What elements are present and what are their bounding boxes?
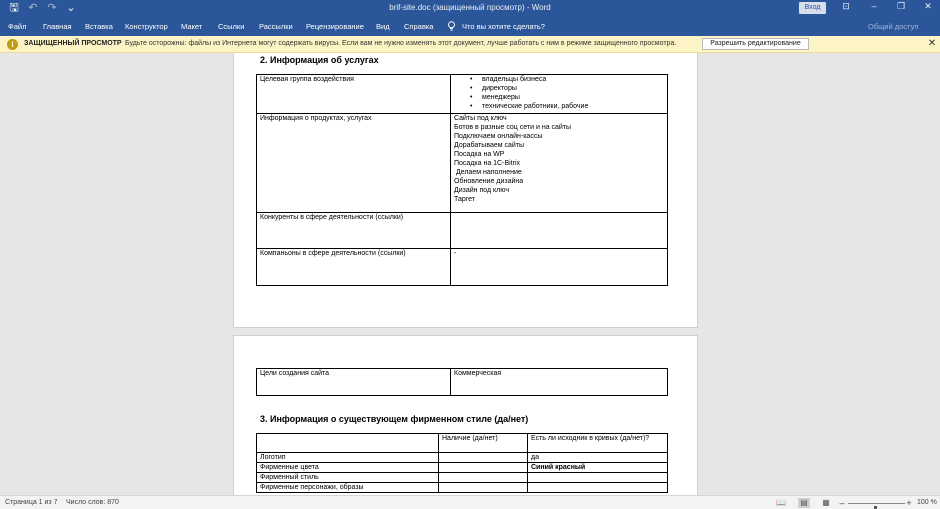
section-3-heading: 3. Информация о существующем фирменном с… <box>260 414 529 424</box>
enable-editing-button[interactable]: Разрешить редактирование <box>702 38 809 50</box>
table-row: Информация о продуктах, услугах Сайты по… <box>256 113 668 213</box>
tell-me-search[interactable]: Что вы хотите сделать? <box>462 22 545 31</box>
info-shield-icon: i <box>7 39 18 50</box>
tab-design[interactable]: Конструктор <box>125 22 168 31</box>
document-page-1: 2. Информация об услугах Целевая группа … <box>233 53 698 328</box>
document-canvas[interactable]: 2. Информация об услугах Целевая группа … <box>0 53 940 495</box>
tab-view[interactable]: Вид <box>376 22 390 31</box>
close-icon[interactable]: ✕ <box>927 38 937 49</box>
tab-insert[interactable]: Вставка <box>85 22 113 31</box>
list-item: директоры <box>464 84 664 93</box>
row-label-characters: Фирменные персонажи, образы <box>256 482 439 493</box>
title-bar: 🖫 ↶ ↷ ⌄ brif-site.doc (защищенный просмо… <box>0 0 940 17</box>
partners-label: Компаньоны в сфере деятельности (ссылки) <box>256 248 451 286</box>
row-label-colors: Фирменные цвета <box>256 462 439 473</box>
table-row: Фирменные персонажи, образы <box>256 482 668 493</box>
tab-file[interactable]: Файл <box>8 22 26 31</box>
table-cell: Синий красный <box>527 462 668 473</box>
table-cell <box>438 482 528 493</box>
minimize-button[interactable]: – <box>867 1 881 11</box>
table-cell <box>527 472 668 483</box>
products-label: Информация о продуктах, услугах <box>256 113 451 213</box>
tab-home[interactable]: Главная <box>43 22 72 31</box>
ribbon-display-options-icon[interactable]: ⊡ <box>839 1 853 12</box>
competitors-value <box>450 212 668 249</box>
tab-layout[interactable]: Макет <box>181 22 202 31</box>
web-layout-icon[interactable]: ▦ <box>820 498 832 508</box>
table-row: Фирменный стиль <box>256 472 668 483</box>
list-item: менеджеры <box>464 93 664 102</box>
zoom-in-button[interactable]: + <box>905 498 913 508</box>
document-page-2: Цели создания сайта Коммерческая 3. Инфо… <box>233 335 698 495</box>
list-item: Таргет <box>454 196 476 203</box>
list-item: Делаем наполнение <box>454 169 522 176</box>
list-item: Дорабатываем сайты <box>454 142 525 149</box>
table-row: Компаньоны в сфере деятельности (ссылки)… <box>256 248 668 286</box>
brand-style-table: Наличие (да/нет) Есть ли исходник в крив… <box>256 433 668 493</box>
table-cell <box>527 482 668 493</box>
list-item: Посадка на 1С-Bitrix <box>454 160 520 167</box>
target-group-cell: владельцы бизнеса директоры менеджеры те… <box>450 74 668 114</box>
table-cell: да <box>527 452 668 463</box>
lightbulb-icon <box>448 21 455 31</box>
list-item: Обновление дизайна <box>454 178 524 185</box>
zoom-level[interactable]: 100 % <box>917 499 937 506</box>
goals-table: Цели создания сайта Коммерческая <box>256 368 668 396</box>
protected-view-message: Будьте осторожны: файлы из Интернета мог… <box>125 40 677 47</box>
maximize-button[interactable]: ❐ <box>894 1 908 12</box>
row-label-style: Фирменный стиль <box>256 472 439 483</box>
table-cell <box>438 462 528 473</box>
products-cell: Сайты под ключ Ботов в разные соц сети и… <box>450 113 668 213</box>
column-header-presence: Наличие (да/нет) <box>438 433 528 453</box>
services-table: Целевая группа воздействия владельцы биз… <box>256 74 668 286</box>
protected-view-bar: i ЗАЩИЩЕННЫЙ ПРОСМОТР Будьте осторожны: … <box>0 36 940 53</box>
competitors-label: Конкуренты в сфере деятельности (ссылки) <box>256 212 451 249</box>
protected-view-title: ЗАЩИЩЕННЫЙ ПРОСМОТР <box>24 40 122 47</box>
read-mode-icon[interactable]: 📖 <box>775 498 787 508</box>
tab-references[interactable]: Ссылки <box>218 22 244 31</box>
close-window-button[interactable]: ✕ <box>921 1 935 12</box>
list-item: владельцы бизнеса <box>464 75 664 84</box>
list-item: Дизайн под ключ <box>454 187 510 194</box>
list-item: Сайты под ключ <box>454 115 507 122</box>
table-cell <box>438 472 528 483</box>
table-row: Целевая группа воздействия владельцы биз… <box>256 74 668 114</box>
table-cell <box>438 452 528 463</box>
print-layout-icon[interactable]: ▤ <box>798 498 810 508</box>
row-label-logo: Логотип <box>256 452 439 463</box>
table-row: Логотип да <box>256 452 668 463</box>
ribbon-tabs: Файл Главная Вставка Конструктор Макет С… <box>0 17 940 36</box>
list-item: Подключаем онлайн-кассы <box>454 133 543 140</box>
target-group-label: Целевая группа воздействия <box>256 74 451 114</box>
tab-mailings[interactable]: Рассылки <box>259 22 293 31</box>
column-header-source: Есть ли исходник в кривых (да/нет)? <box>527 433 668 453</box>
list-item: технические работники, рабочие <box>464 102 664 111</box>
partners-value: - <box>450 248 668 286</box>
table-row: Конкуренты в сфере деятельности (ссылки) <box>256 212 668 249</box>
table-row: Наличие (да/нет) Есть ли исходник в крив… <box>256 433 668 453</box>
zoom-out-button[interactable]: – <box>838 498 846 508</box>
site-goals-value: Коммерческая <box>450 368 668 396</box>
table-row: Цели создания сайта Коммерческая <box>256 368 668 396</box>
page-indicator[interactable]: Страница 1 из 7 <box>5 499 57 506</box>
list-item: Посадка на WP <box>454 151 505 158</box>
word-count[interactable]: Число слов: 870 <box>66 499 119 506</box>
header-empty-cell <box>256 433 439 453</box>
target-group-list: владельцы бизнеса директоры менеджеры те… <box>454 75 664 111</box>
list-item: Ботов в разные соц сети и на сайты <box>454 124 572 131</box>
tab-help[interactable]: Справка <box>404 22 433 31</box>
site-goals-label: Цели создания сайта <box>256 368 451 396</box>
tab-review[interactable]: Рецензирование <box>306 22 364 31</box>
sign-in-button[interactable]: Вход <box>799 2 826 14</box>
section-2-heading: 2. Информация об услугах <box>260 55 379 65</box>
zoom-slider[interactable] <box>848 503 905 509</box>
table-row: Фирменные цвета Синий красный <box>256 462 668 473</box>
share-button[interactable]: Общий доступ <box>868 22 918 31</box>
status-bar: Страница 1 из 7 Число слов: 870 📖 ▤ ▦ – … <box>0 495 940 509</box>
